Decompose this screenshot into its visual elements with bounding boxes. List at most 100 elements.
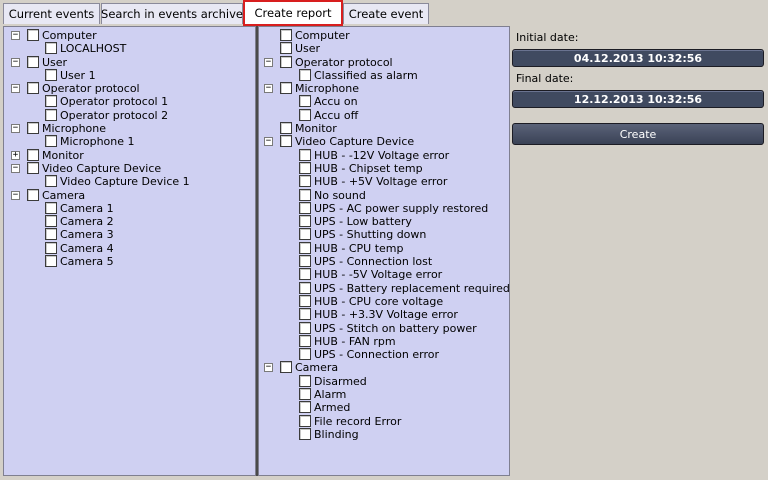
tree-row[interactable]: − Video Capture Device — [259, 135, 509, 148]
tree-checkbox[interactable] — [299, 148, 311, 161]
tree-row[interactable]: Armed — [259, 401, 509, 414]
tree-checkbox[interactable] — [45, 228, 57, 241]
tree-checkbox[interactable] — [299, 68, 311, 81]
tree-checkbox[interactable] — [299, 241, 311, 254]
tree-row[interactable]: User 1 — [4, 68, 255, 82]
tree-checkbox[interactable] — [299, 108, 311, 121]
collapse-icon[interactable]: − — [264, 57, 273, 67]
collapse-icon[interactable]: − — [264, 137, 273, 147]
tree-row[interactable]: Computer — [259, 29, 509, 42]
tree-row[interactable]: HUB - +5V Voltage error — [259, 175, 509, 188]
initial-date-field[interactable]: 04.12.2013 10:32:56 — [512, 49, 764, 67]
tree-row[interactable]: Operator protocol 1 — [4, 95, 255, 108]
tree-checkbox[interactable] — [299, 401, 311, 414]
objects-tree-panel[interactable]: − Computer LOCALHOST − User User 1 − Operator p… — [3, 26, 256, 476]
tree-checkbox[interactable] — [27, 82, 39, 95]
tree-checkbox[interactable] — [299, 294, 311, 307]
tree-checkbox[interactable] — [299, 374, 311, 387]
collapse-icon[interactable]: − — [11, 163, 20, 173]
tree-checkbox[interactable] — [280, 122, 292, 135]
tree-row[interactable]: LOCALHOST — [4, 42, 255, 55]
tree-row[interactable]: UPS - AC power supply restored — [259, 201, 509, 215]
tree-checkbox[interactable] — [27, 29, 39, 41]
tree-checkbox[interactable] — [27, 148, 39, 161]
tree-row[interactable]: Operator protocol 2 — [4, 108, 255, 122]
tree-row[interactable]: Accu off — [259, 108, 509, 122]
tree-row[interactable]: Blinding — [259, 427, 509, 441]
tree-row[interactable]: + Monitor — [4, 148, 255, 162]
tree-checkbox[interactable] — [45, 108, 57, 121]
tree-checkbox[interactable] — [45, 201, 57, 214]
tab-create-report[interactable]: Create report — [243, 0, 343, 26]
expand-icon[interactable]: + — [11, 150, 20, 160]
tree-checkbox[interactable] — [299, 414, 311, 427]
tree-row[interactable]: File record Error — [259, 414, 509, 428]
tree-row[interactable]: − Camera — [259, 361, 509, 374]
tree-checkbox[interactable] — [45, 135, 57, 148]
tree-row[interactable]: Microphone 1 — [4, 135, 255, 148]
tree-row[interactable]: No sound — [259, 188, 509, 202]
tree-checkbox[interactable] — [280, 82, 292, 95]
collapse-icon[interactable]: − — [11, 190, 20, 200]
tree-checkbox[interactable] — [45, 215, 57, 228]
tab-create-event[interactable]: Create event — [343, 3, 429, 24]
collapse-icon[interactable]: − — [264, 363, 273, 373]
tree-row[interactable]: − User — [4, 55, 255, 69]
tree-checkbox[interactable] — [299, 281, 311, 294]
tree-checkbox[interactable] — [280, 42, 292, 55]
tree-row[interactable]: HUB - -12V Voltage error — [259, 148, 509, 162]
tree-row[interactable]: Camera 4 — [4, 241, 255, 255]
tree-checkbox[interactable] — [280, 55, 292, 68]
tab-search-in-events-archive[interactable]: Search in events archive — [101, 3, 243, 24]
tree-row[interactable]: Disarmed — [259, 374, 509, 388]
events-tree-panel[interactable]: Computer User − Operator protocol Classified… — [258, 26, 510, 476]
tree-row[interactable]: UPS - Battery replacement required — [259, 281, 509, 295]
tree-checkbox[interactable] — [280, 29, 292, 41]
collapse-icon[interactable]: − — [264, 84, 273, 94]
tree-checkbox[interactable] — [27, 122, 39, 135]
final-date-field[interactable]: 12.12.2013 10:32:56 — [512, 90, 764, 108]
collapse-icon[interactable]: − — [11, 31, 20, 40]
tree-checkbox[interactable] — [299, 321, 311, 334]
tree-row[interactable]: UPS - Connection lost — [259, 255, 509, 268]
tree-checkbox[interactable] — [299, 175, 311, 188]
tree-checkbox[interactable] — [299, 427, 311, 440]
tree-checkbox[interactable] — [299, 215, 311, 228]
tree-checkbox[interactable] — [45, 255, 57, 268]
collapse-icon[interactable]: − — [11, 57, 20, 67]
tree-checkbox[interactable] — [299, 95, 311, 108]
tree-row[interactable]: Accu on — [259, 95, 509, 108]
tree-checkbox[interactable] — [299, 228, 311, 241]
tree-checkbox[interactable] — [45, 42, 57, 55]
collapse-icon[interactable]: − — [11, 124, 20, 134]
tree-row[interactable]: HUB - Chipset temp — [259, 161, 509, 175]
tree-row[interactable]: User — [259, 42, 509, 55]
tree-row[interactable]: Camera 2 — [4, 215, 255, 228]
tree-row[interactable]: Video Capture Device 1 — [4, 175, 255, 188]
tree-row[interactable]: Camera 1 — [4, 201, 255, 215]
tree-row[interactable]: Camera 3 — [4, 228, 255, 241]
tree-row[interactable]: HUB - -5V Voltage error — [259, 268, 509, 281]
collapse-icon[interactable]: − — [11, 84, 20, 94]
tree-checkbox[interactable] — [299, 161, 311, 174]
tree-row[interactable]: − Microphone — [4, 122, 255, 135]
tree-row[interactable]: HUB - CPU temp — [259, 241, 509, 255]
tree-row[interactable]: UPS - Shutting down — [259, 228, 509, 241]
tree-row[interactable]: − Camera — [4, 188, 255, 202]
tree-checkbox[interactable] — [45, 241, 57, 254]
tree-checkbox[interactable] — [27, 55, 39, 68]
tree-row[interactable]: − Video Capture Device — [4, 161, 255, 175]
tree-checkbox[interactable] — [45, 175, 57, 188]
tree-row[interactable]: − Operator protocol — [259, 55, 509, 69]
tree-checkbox[interactable] — [280, 361, 292, 374]
tree-row[interactable]: UPS - Low battery — [259, 215, 509, 228]
tree-row[interactable]: HUB - +3.3V Voltage error — [259, 308, 509, 321]
tree-row[interactable]: Monitor — [259, 122, 509, 135]
tree-checkbox[interactable] — [280, 135, 292, 148]
tree-checkbox[interactable] — [299, 188, 311, 201]
tree-row[interactable]: − Microphone — [259, 82, 509, 95]
tree-checkbox[interactable] — [299, 388, 311, 401]
tree-row[interactable]: UPS - Connection error — [259, 348, 509, 361]
tree-checkbox[interactable] — [27, 188, 39, 201]
tree-row[interactable]: HUB - FAN rpm — [259, 334, 509, 348]
